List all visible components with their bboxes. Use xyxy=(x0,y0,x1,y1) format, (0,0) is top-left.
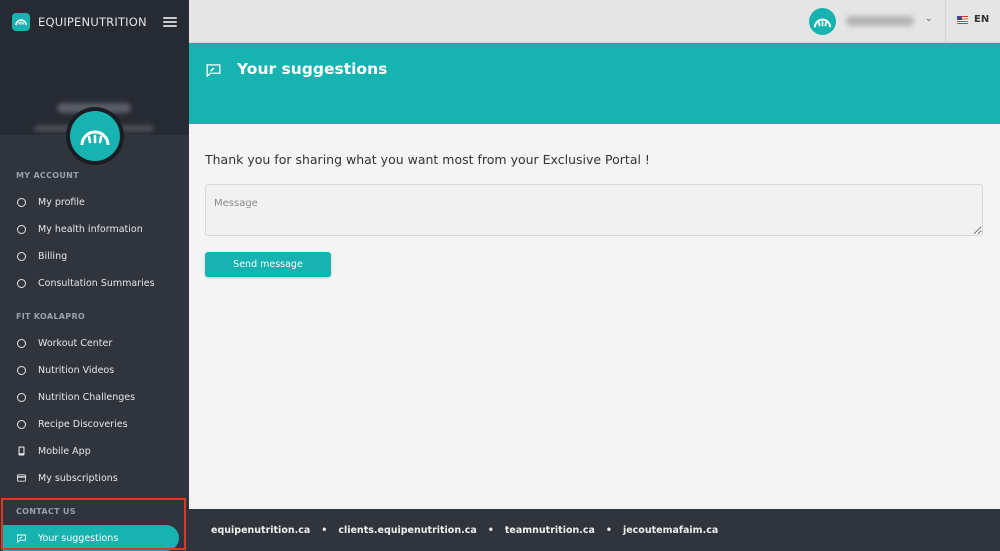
footer-link-jecoutemafaim[interactable]: jecoutemafaim.ca xyxy=(623,525,718,536)
message-input[interactable] xyxy=(205,184,983,236)
mobile-phone-icon xyxy=(17,446,26,456)
section-contact-us: CONTACT US xyxy=(16,507,76,516)
avatar[interactable] xyxy=(66,107,124,165)
top-bar: ⌄ EN xyxy=(189,0,1000,43)
feedback-icon xyxy=(17,534,26,543)
sidebar-item-label: My subscriptions xyxy=(38,472,118,484)
sidebar-item-recipe-discoveries[interactable]: Recipe Discoveries xyxy=(0,411,189,437)
footer-link-clients[interactable]: clients.equipenutrition.ca xyxy=(338,525,476,536)
main-content: Thank you for sharing what you want most… xyxy=(189,124,1000,509)
sidebar-item-label: Your suggestions xyxy=(38,532,119,544)
sidebar-item-mobile-app[interactable]: Mobile App xyxy=(0,438,189,464)
chevron-down-icon[interactable]: ⌄ xyxy=(925,14,933,24)
sidebar-item-nutrition-videos[interactable]: Nutrition Videos xyxy=(0,357,189,383)
footer-separator: • xyxy=(321,524,328,536)
section-my-account: MY ACCOUNT xyxy=(16,171,79,180)
brand-bar: EQUIPENUTRITION xyxy=(0,0,189,43)
brand-logo-icon[interactable] xyxy=(12,12,30,31)
sidebar-item-label: My profile xyxy=(38,196,85,208)
footer-link-equipenutrition[interactable]: equipenutrition.ca xyxy=(211,525,310,536)
intro-text: Thank you for sharing what you want most… xyxy=(205,152,650,167)
sidebar-item-billing[interactable]: Billing xyxy=(0,243,189,269)
page-title: Your suggestions xyxy=(237,60,388,78)
footer: equipenutrition.ca • clients.equipenutri… xyxy=(189,509,1000,551)
sidebar-item-label: My health information xyxy=(38,223,143,235)
sidebar-item-label: Recipe Discoveries xyxy=(38,418,128,430)
circle-icon xyxy=(17,224,26,234)
sidebar-item-label: Mobile App xyxy=(38,445,91,457)
sidebar-item-your-suggestions[interactable]: Your suggestions xyxy=(3,525,179,551)
sidebar-item-workout-center[interactable]: Workout Center xyxy=(0,330,189,356)
user-avatar[interactable] xyxy=(809,8,836,35)
sidebar-item-label: Consultation Summaries xyxy=(38,277,155,289)
sidebar-item-my-profile[interactable]: My profile xyxy=(0,189,189,215)
sidebar-item-nutrition-challenges[interactable]: Nutrition Challenges xyxy=(0,384,189,410)
language-selector[interactable]: EN xyxy=(957,14,989,25)
brand-name[interactable]: EQUIPENUTRITION xyxy=(38,15,147,29)
sidebar-item-label: Nutrition Challenges xyxy=(38,391,136,403)
us-flag-icon xyxy=(957,15,968,24)
user-name-redacted[interactable] xyxy=(846,16,914,26)
send-message-button[interactable]: Send message xyxy=(205,252,331,277)
circle-icon xyxy=(17,365,26,375)
card-icon xyxy=(17,474,26,482)
page-header: Your suggestions xyxy=(189,43,1000,124)
footer-separator: • xyxy=(487,524,494,536)
circle-icon xyxy=(17,338,26,348)
circle-icon xyxy=(17,251,26,261)
divider xyxy=(945,0,946,43)
menu-toggle-icon[interactable] xyxy=(163,16,177,27)
sidebar-item-label: Nutrition Videos xyxy=(38,364,115,376)
footer-separator: • xyxy=(605,524,612,536)
circle-icon xyxy=(17,197,26,207)
sidebar: EQUIPENUTRITION MY ACCOUNT My profile My… xyxy=(0,0,189,551)
circle-icon xyxy=(17,392,26,402)
feedback-icon xyxy=(206,62,221,81)
circle-icon xyxy=(17,419,26,429)
circle-icon xyxy=(17,278,26,288)
sidebar-item-my-subscriptions[interactable]: My subscriptions xyxy=(0,465,189,491)
footer-link-teamnutrition[interactable]: teamnutrition.ca xyxy=(505,525,595,536)
sidebar-item-label: Workout Center xyxy=(38,337,113,349)
section-fit-koalapro: FIT KOALAPRO xyxy=(16,312,86,321)
language-label: EN xyxy=(974,14,990,25)
sidebar-item-health-information[interactable]: My health information xyxy=(0,216,189,242)
sidebar-item-consultation-summaries[interactable]: Consultation Summaries xyxy=(0,270,189,296)
sidebar-item-label: Billing xyxy=(38,250,68,262)
